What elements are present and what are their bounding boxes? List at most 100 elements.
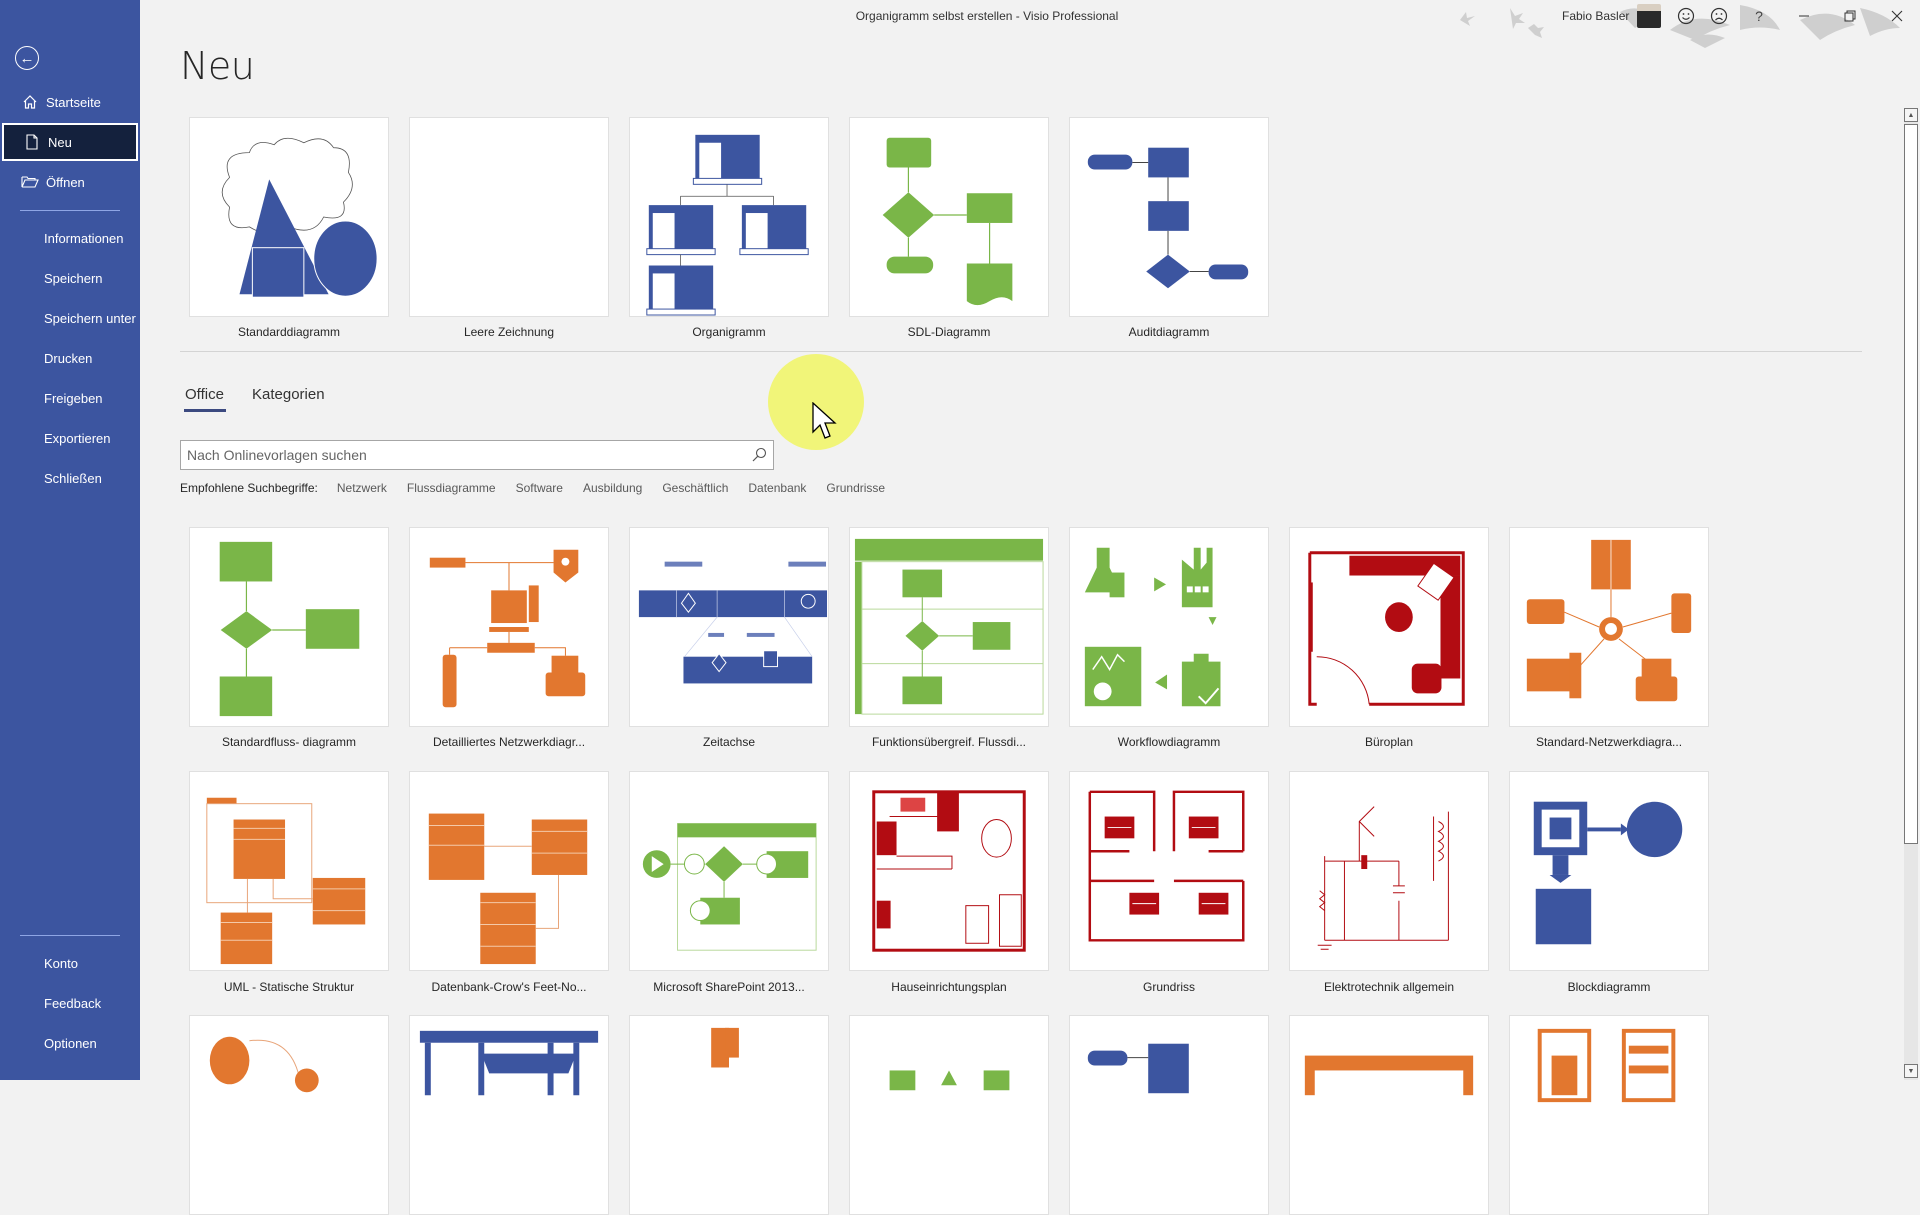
electrical-engineering-thumbnail	[1317, 806, 1449, 950]
standard-diagram-thumbnail	[221, 137, 378, 298]
scroll-down-button[interactable]: ▼	[1904, 1064, 1918, 1078]
template-label: SDL-Diagramm	[907, 325, 991, 339]
suggested-term-datenbank[interactable]: Datenbank	[748, 481, 806, 495]
template-label: Detailliertes Netzwerkdiagr...	[432, 735, 586, 749]
close-icon[interactable]	[1886, 5, 1908, 27]
user-name[interactable]: Fabio Basler	[1562, 9, 1629, 23]
template-card-funktionsuebergreif[interactable]	[849, 527, 1049, 727]
org-chart-thumbnail	[646, 134, 809, 316]
sidebar-item-freigeben[interactable]: Freigeben	[2, 379, 138, 417]
sidebar-item-startseite[interactable]: Startseite	[2, 83, 138, 121]
template-card-blockdiagramm[interactable]	[1509, 771, 1709, 971]
vertical-scrollbar[interactable]: ▲ ▼	[1904, 108, 1918, 1080]
template-card-zeitachse[interactable]	[629, 527, 829, 727]
template-card-grundriss[interactable]	[1069, 771, 1269, 971]
open-folder-icon	[19, 175, 41, 189]
cross-functional-flowchart-thumbnail	[854, 538, 1044, 715]
template-card-row3-7[interactable]	[1509, 1015, 1709, 1215]
template-card-elektrotechnik[interactable]	[1289, 771, 1489, 971]
uml-static-structure-thumbnail	[206, 797, 366, 965]
suggested-searches-label: Empfohlene Suchbegriffe:	[180, 481, 318, 495]
search-icon[interactable]	[745, 447, 773, 463]
avatar[interactable]	[1637, 4, 1661, 28]
template-card-datenbank-crows-feet[interactable]	[409, 771, 609, 971]
home-icon	[19, 94, 41, 110]
scrollbar-thumb[interactable]	[1904, 124, 1918, 844]
template-label: Grundriss	[1142, 980, 1195, 994]
template-card-organigramm[interactable]	[629, 117, 829, 317]
new-document-icon	[21, 134, 43, 150]
smile-feedback-icon[interactable]	[1675, 5, 1697, 27]
sidebar-item-neu[interactable]: Neu	[2, 123, 138, 161]
template-card-row3-3[interactable]	[629, 1015, 829, 1215]
template-label: Funktionsübergreif. Flussdi...	[871, 735, 1027, 749]
template-card-uml-statisch[interactable]	[189, 771, 389, 971]
template-search-input[interactable]	[181, 441, 745, 469]
block-diagram-thumbnail	[1533, 801, 1683, 945]
back-button[interactable]: ←	[15, 46, 39, 70]
suggested-term-grundrisse[interactable]: Grundrisse	[826, 481, 885, 495]
template-card-row3-6[interactable]	[1289, 1015, 1489, 1215]
sidebar-item-informationen[interactable]: Informationen	[2, 219, 138, 257]
sidebar-item-drucken[interactable]: Drucken	[2, 339, 138, 377]
suggested-term-ausbildung[interactable]: Ausbildung	[583, 481, 642, 495]
template-thumbnail	[419, 1030, 599, 1096]
template-card-sdl-diagramm[interactable]	[849, 117, 1049, 317]
suggested-term-netzwerk[interactable]: Netzwerk	[337, 481, 387, 495]
template-card-row3-4[interactable]	[849, 1015, 1049, 1215]
template-thumbnail	[209, 1036, 319, 1093]
sidebar-item-speichern-unter[interactable]: Speichern unter	[2, 299, 138, 337]
template-card-workflowdiagramm[interactable]	[1069, 527, 1269, 727]
sidebar-item-schliessen[interactable]: Schließen	[2, 459, 138, 497]
template-card-row3-1[interactable]	[189, 1015, 389, 1215]
template-card-bueroplan[interactable]	[1289, 527, 1489, 727]
template-card-standard-netzwerk[interactable]	[1509, 527, 1709, 727]
template-thumbnail	[1087, 1043, 1189, 1094]
template-card-row3-2[interactable]	[409, 1015, 609, 1215]
template-label: Büroplan	[1364, 735, 1414, 749]
template-thumbnail	[1537, 1028, 1676, 1103]
network-diagram-thumbnail	[429, 549, 586, 708]
sidebar-item-feedback[interactable]: Feedback	[2, 984, 138, 1022]
tab-kategorien[interactable]: Kategorien	[252, 386, 325, 403]
basic-network-thumbnail	[1526, 539, 1692, 702]
template-card-standarddiagramm[interactable]	[189, 117, 389, 317]
backstage-sidebar: ← Startseite Neu Öffnen Informationen Sp…	[0, 0, 140, 1080]
template-label: Hauseinrichtungsplan	[891, 980, 1007, 994]
sidebar-item-optionen[interactable]: Optionen	[2, 1024, 138, 1062]
audit-diagram-thumbnail	[1087, 147, 1249, 289]
template-card-auditdiagramm[interactable]	[1069, 117, 1269, 317]
sidebar-item-konto[interactable]: Konto	[2, 944, 138, 982]
restore-icon[interactable]	[1839, 5, 1861, 27]
template-search-box	[180, 440, 774, 470]
sidebar-item-exportieren[interactable]: Exportieren	[2, 419, 138, 457]
template-card-sharepoint[interactable]	[629, 771, 829, 971]
template-label: Auditdiagramm	[1128, 325, 1210, 339]
suggested-term-flussdiagramme[interactable]: Flussdiagramme	[407, 481, 496, 495]
active-tab-indicator	[184, 409, 226, 412]
suggested-searches: Empfohlene Suchbegriffe: Netzwerk Flussd…	[180, 481, 905, 495]
template-card-leere-zeichnung[interactable]	[409, 117, 609, 317]
scroll-up-button[interactable]: ▲	[1904, 108, 1918, 122]
section-divider	[180, 351, 1862, 352]
tab-office[interactable]: Office	[185, 386, 224, 403]
template-label: UML - Statische Struktur	[223, 980, 355, 994]
help-icon[interactable]: ?	[1748, 5, 1770, 27]
template-card-row3-5[interactable]	[1069, 1015, 1269, 1215]
template-card-detailliertes-netzwerk[interactable]	[409, 527, 609, 727]
sidebar-item-speichern[interactable]: Speichern	[2, 259, 138, 297]
frown-feedback-icon[interactable]	[1708, 5, 1730, 27]
minimize-icon[interactable]	[1793, 5, 1815, 27]
template-card-hauseinrichtung[interactable]	[849, 771, 1049, 971]
template-label: Leere Zeichnung	[463, 325, 555, 339]
template-label: Standard-Netzwerkdiagra...	[1535, 735, 1683, 749]
timeline-thumbnail	[638, 561, 828, 684]
suggested-term-geschaeftlich[interactable]: Geschäftlich	[662, 481, 728, 495]
template-card-standardfluss[interactable]	[189, 527, 389, 727]
sidebar-item-oeffnen[interactable]: Öffnen	[2, 163, 138, 201]
floor-plan-thumbnail	[1088, 790, 1245, 942]
template-label: Elektrotechnik allgemein	[1323, 980, 1455, 994]
template-label: Zeitachse	[702, 735, 756, 749]
template-thumbnail	[1304, 1055, 1474, 1101]
suggested-term-software[interactable]: Software	[516, 481, 563, 495]
